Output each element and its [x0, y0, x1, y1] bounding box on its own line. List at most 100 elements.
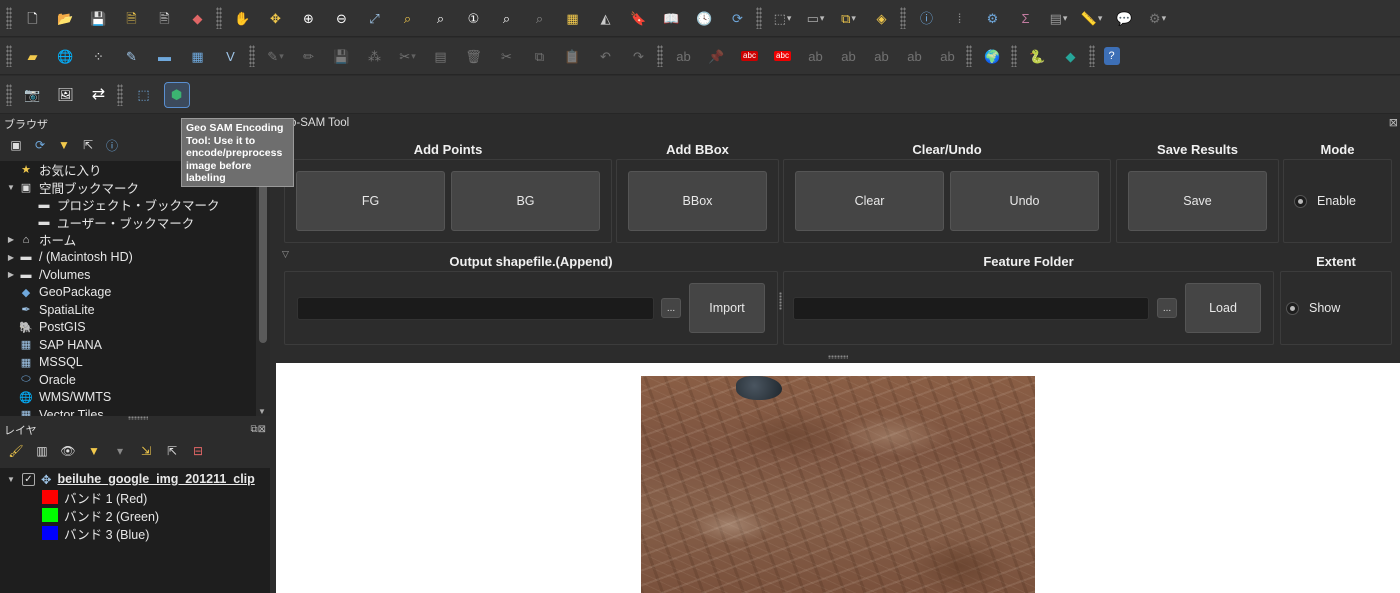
add-layer-icon[interactable]: 🌐: [54, 44, 78, 68]
measure-icon[interactable]: 📏: [1080, 6, 1104, 30]
browser-item[interactable]: ▬ プロジェクト・ブックマーク: [0, 196, 256, 214]
filter-legend-icon[interactable]: ▼: [86, 444, 102, 458]
label-options-icon[interactable]: abc: [771, 44, 795, 68]
browser-scrollbar[interactable]: ▲ ▼: [256, 161, 270, 416]
plugin-icon[interactable]: ◆: [1059, 44, 1083, 68]
add-feature-icon[interactable]: ⁂: [363, 44, 387, 68]
toolbar-grip[interactable]: [900, 7, 906, 29]
remove-layer-icon[interactable]: ⊟: [190, 444, 206, 458]
collapse-all-icon[interactable]: ⇱: [164, 444, 180, 458]
new-vector-icon[interactable]: V: [219, 44, 243, 68]
label-properties-icon[interactable]: ab: [936, 44, 960, 68]
new-map-view-icon[interactable]: ▦: [561, 6, 585, 30]
delete-selected-icon[interactable]: 🗑: [462, 44, 486, 68]
panel-float-close-icon[interactable]: ⧉⊠: [250, 424, 266, 435]
toolbar-grip[interactable]: [6, 45, 12, 67]
map-panel-splitter[interactable]: [828, 355, 848, 359]
filter-icon[interactable]: ▼: [56, 138, 72, 152]
new-memory-layer-icon[interactable]: ▬: [153, 44, 177, 68]
geo-sam-encoding-icon[interactable]: ⬢: [163, 81, 190, 108]
info-icon[interactable]: ⓘ: [104, 137, 120, 154]
load-button[interactable]: Load: [1185, 283, 1261, 333]
clear-button[interactable]: Clear: [795, 171, 944, 231]
annotation-icon[interactable]: 💬: [1113, 6, 1137, 30]
attribute-table-icon[interactable]: ⁞: [948, 6, 972, 30]
toolbar-grip[interactable]: [966, 45, 972, 67]
screenshot-icon[interactable]: 📷: [21, 83, 45, 107]
zoom-full-icon[interactable]: ⤢: [363, 6, 387, 30]
browser-item[interactable]: ▬ ユーザー・ブックマーク: [0, 214, 256, 232]
expand-arrow-icon[interactable]: ▼: [4, 183, 18, 192]
expand-arrow-icon[interactable]: ▶: [4, 270, 18, 279]
browser-item[interactable]: ▦ MSSQL: [0, 354, 256, 372]
digitize-icon[interactable]: ✎: [120, 44, 144, 68]
browser-item[interactable]: 🐘 PostGIS: [0, 319, 256, 337]
toolbar-grip[interactable]: [117, 83, 123, 106]
style-layer-icon[interactable]: 🖌: [8, 444, 24, 458]
expand-arrow-icon[interactable]: ▶: [4, 253, 18, 262]
close-icon[interactable]: ⊠: [1389, 116, 1398, 129]
help-icon[interactable]: ?: [1103, 47, 1120, 65]
toggle-editing-icon[interactable]: ✎: [264, 44, 288, 68]
zoom-native-icon[interactable]: ①: [462, 6, 486, 30]
temporal-controller-icon[interactable]: 🕓: [693, 6, 717, 30]
save-edits-icon[interactable]: 💾: [330, 44, 354, 68]
refresh-icon[interactable]: ⟳: [726, 6, 750, 30]
pin-label-icon[interactable]: 📌: [705, 44, 729, 68]
info-icon[interactable]: ⓘ: [915, 6, 939, 30]
browser-item[interactable]: 🌐 WMS/WMTS: [0, 389, 256, 407]
swap-icon[interactable]: ⇄: [87, 83, 111, 107]
toolbar-grip[interactable]: [6, 83, 12, 106]
layer-item[interactable]: ▼ ✓ ✥ beiluhe_google_img_201211_clip: [0, 470, 270, 488]
zoom-to-layer-icon[interactable]: ⌕: [429, 6, 453, 30]
toolbar-grip[interactable]: [216, 7, 222, 29]
data-source-manager-icon[interactable]: ▰: [21, 44, 45, 68]
undo-icon[interactable]: ↶: [594, 44, 618, 68]
vertex-tool-icon[interactable]: ✂: [396, 44, 420, 68]
modify-attributes-icon[interactable]: ▤: [429, 44, 453, 68]
expand-all-icon[interactable]: ⇲: [138, 444, 154, 458]
scrollbar-thumb[interactable]: [259, 173, 267, 343]
edit-pencil-icon[interactable]: ✏: [297, 44, 321, 68]
feature-folder-path-input[interactable]: [793, 297, 1149, 320]
open-project-icon[interactable]: 📂: [54, 6, 78, 30]
expand-arrow-icon[interactable]: ▶: [4, 235, 18, 244]
add-group-icon[interactable]: ▥: [34, 444, 50, 458]
rotate-label-icon[interactable]: ab: [870, 44, 894, 68]
add-selected-layers-icon[interactable]: ▣: [8, 138, 24, 152]
new-3d-view-icon[interactable]: ◭: [594, 6, 618, 30]
zoom-next-icon[interactable]: ⌕: [528, 6, 552, 30]
output-shapefile-path-input[interactable]: [297, 297, 654, 320]
save-project-icon[interactable]: 💾: [87, 6, 111, 30]
geo-sam-select-icon[interactable]: ⬚: [132, 83, 156, 107]
change-label-icon[interactable]: ab: [903, 44, 927, 68]
pan-hand-icon[interactable]: ✋: [231, 6, 255, 30]
zoom-in-icon[interactable]: ⊕: [297, 6, 321, 30]
undo-button[interactable]: Undo: [950, 171, 1099, 231]
move-label-icon[interactable]: ab: [837, 44, 861, 68]
import-button[interactable]: Import: [689, 283, 765, 333]
refresh-icon[interactable]: ⟳: [32, 138, 48, 152]
zoom-to-selection-icon[interactable]: ⌕: [396, 6, 420, 30]
browser-item[interactable]: ⬭ Oracle: [0, 371, 256, 389]
paste-features-icon[interactable]: 📋: [561, 44, 585, 68]
output-browse-button[interactable]: ...: [661, 298, 681, 318]
bg-button[interactable]: BG: [451, 171, 600, 231]
browser-item[interactable]: ▦ Vector Tiles: [0, 406, 256, 416]
identify-icon[interactable]: ◈: [870, 6, 894, 30]
image-layer-icon[interactable]: 🖼: [54, 83, 78, 107]
field-calculator-icon[interactable]: Σ: [1014, 6, 1038, 30]
toolbar-grip[interactable]: [1011, 45, 1017, 67]
open-table-icon[interactable]: ▤: [1047, 6, 1071, 30]
new-virtual-layer-icon[interactable]: ▦: [186, 44, 210, 68]
toolbar-grip[interactable]: [6, 7, 12, 29]
select-by-value-icon[interactable]: ⧉: [837, 6, 861, 30]
copy-features-icon[interactable]: ⧉: [528, 44, 552, 68]
settings-gear-blue-icon[interactable]: ⚙: [981, 6, 1005, 30]
collapse-all-icon[interactable]: ⇱: [80, 138, 96, 152]
toolbar-grip[interactable]: [249, 45, 255, 67]
browser-item[interactable]: ▦ SAP HANA: [0, 336, 256, 354]
toolbar-grip[interactable]: [657, 45, 663, 67]
scroll-down-icon[interactable]: ▼: [258, 407, 266, 416]
browser-item[interactable]: ▶ ⌂ ホーム: [0, 231, 256, 249]
